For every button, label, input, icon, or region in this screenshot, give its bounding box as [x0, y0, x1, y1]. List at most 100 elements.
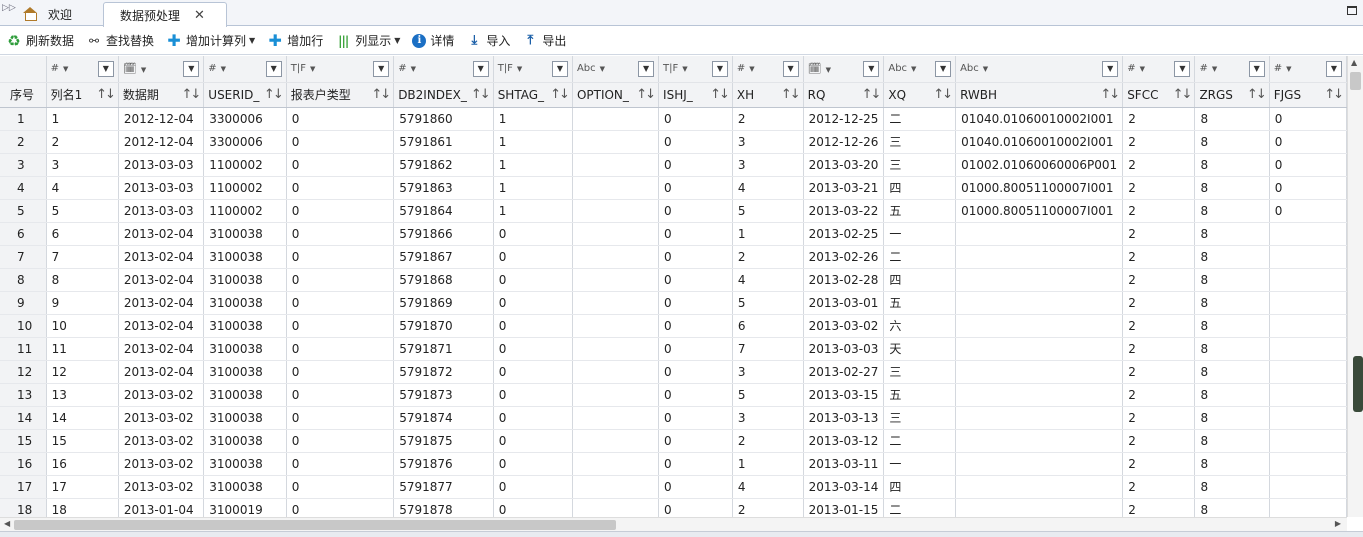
- table-cell[interactable]: [572, 107, 660, 131]
- column-header[interactable]: SHTAG_ ↑↓: [493, 82, 573, 108]
- chevron-down-icon[interactable]: ▼: [826, 66, 831, 74]
- table-cell[interactable]: 0: [493, 406, 573, 430]
- table-cell[interactable]: 2013-03-02: [118, 452, 205, 476]
- table-cell[interactable]: 0: [493, 268, 573, 292]
- table-cell[interactable]: 2013-02-04: [118, 222, 205, 246]
- table-cell[interactable]: 17: [46, 475, 119, 499]
- table-cell[interactable]: 01002.01060060006P001: [955, 153, 1124, 177]
- table-cell[interactable]: 2: [732, 429, 804, 453]
- column-filter-dropdown[interactable]: ▼: [711, 60, 728, 77]
- table-cell[interactable]: 2013-03-03: [118, 176, 205, 200]
- table-cell[interactable]: 0: [658, 130, 733, 154]
- table-cell[interactable]: 8: [1194, 406, 1270, 430]
- table-cell[interactable]: 2013-03-11: [803, 452, 885, 476]
- table-cell[interactable]: 5791878: [393, 498, 494, 517]
- table-cell[interactable]: [572, 291, 660, 315]
- column-filter-dropdown[interactable]: ▼: [472, 60, 489, 77]
- table-cell[interactable]: 5: [732, 291, 804, 315]
- table-cell[interactable]: 4: [732, 176, 804, 200]
- table-cell[interactable]: 3100019: [203, 498, 287, 517]
- table-cell[interactable]: 0: [1269, 130, 1347, 154]
- table-cell[interactable]: 四: [883, 268, 957, 292]
- chevron-down-icon[interactable]: ▼: [911, 65, 916, 73]
- table-cell[interactable]: 5791872: [393, 360, 494, 384]
- table-cell[interactable]: 01040.01060010002I001: [955, 130, 1124, 154]
- table-row[interactable]: 1 1 2012-12-04 3300006 0 5791860 1 0 2 2012-12-25…: [0, 107, 1347, 131]
- table-row[interactable]: 4 4 2013-03-03 1100002 0 5791863 1 0 4 2013-03-21…: [0, 176, 1347, 200]
- table-cell[interactable]: 2012-12-25: [803, 107, 885, 131]
- table-cell[interactable]: 2: [1122, 429, 1196, 453]
- sort-icon[interactable]: ↑↓: [471, 87, 491, 102]
- column-filter-dropdown[interactable]: ▼: [863, 60, 880, 77]
- table-cell[interactable]: 18: [46, 498, 119, 517]
- table-cell[interactable]: 0: [658, 498, 733, 517]
- column-header[interactable]: USERID_ ↑↓: [203, 82, 287, 108]
- table-cell[interactable]: 0: [658, 268, 733, 292]
- table-cell[interactable]: 2: [1122, 153, 1196, 177]
- table-cell[interactable]: 0: [658, 337, 733, 361]
- chevron-down-icon[interactable]: ▼: [411, 65, 416, 73]
- column-filter-dropdown[interactable]: ▼: [782, 60, 799, 77]
- table-cell[interactable]: [955, 498, 1124, 517]
- table-cell[interactable]: 1: [493, 153, 573, 177]
- sort-icon[interactable]: ↑↓: [933, 87, 953, 102]
- table-cell[interactable]: 0: [658, 452, 733, 476]
- table-row[interactable]: 6 6 2013-02-04 3100038 0 5791866 0 0 1 2013-02-25…: [0, 222, 1347, 246]
- table-cell[interactable]: [572, 475, 660, 499]
- table-cell[interactable]: [572, 176, 660, 200]
- table-cell[interactable]: [955, 268, 1124, 292]
- sort-icon[interactable]: ↑↓: [1247, 87, 1267, 102]
- column-header[interactable]: ZRGS ↑↓: [1194, 82, 1270, 108]
- scroll-grip-handle[interactable]: [1353, 356, 1363, 412]
- table-cell[interactable]: 5791867: [393, 245, 494, 269]
- table-cell[interactable]: 2: [1122, 199, 1196, 223]
- table-cell[interactable]: 0: [286, 107, 395, 131]
- table-cell[interactable]: [572, 498, 660, 517]
- table-cell[interactable]: 二: [883, 107, 957, 131]
- table-row[interactable]: 14 14 2013-03-02 3100038 0 5791874 0 0 3 2013-03-…: [0, 406, 1347, 430]
- table-cell[interactable]: 2013-02-04: [118, 360, 205, 384]
- table-cell[interactable]: 10: [46, 314, 119, 338]
- table-cell[interactable]: 6: [732, 314, 804, 338]
- column-header[interactable]: SFCC ↑↓: [1122, 82, 1196, 108]
- table-cell[interactable]: 1: [493, 107, 573, 131]
- table-cell[interactable]: [572, 314, 660, 338]
- table-cell[interactable]: 8: [1194, 429, 1270, 453]
- table-cell[interactable]: 2013-03-12: [803, 429, 885, 453]
- table-cell[interactable]: 0: [658, 314, 733, 338]
- table-cell[interactable]: 0: [658, 222, 733, 246]
- table-cell[interactable]: 五: [883, 291, 957, 315]
- table-cell[interactable]: 3: [732, 130, 804, 154]
- table-cell[interactable]: 5791863: [393, 176, 494, 200]
- table-cell[interactable]: 4: [46, 176, 119, 200]
- table-cell[interactable]: 2: [1122, 452, 1196, 476]
- sort-icon[interactable]: ↑↓: [1324, 87, 1344, 102]
- table-cell[interactable]: 0: [286, 199, 395, 223]
- table-cell[interactable]: 0: [658, 199, 733, 223]
- column-filter-dropdown[interactable]: ▼: [1326, 60, 1342, 77]
- table-cell[interactable]: 5: [46, 199, 119, 223]
- chevron-down-icon[interactable]: ▼: [1140, 65, 1145, 73]
- table-row[interactable]: 11 11 2013-02-04 3100038 0 5791871 0 0 7 2013-03-…: [0, 337, 1347, 361]
- table-cell[interactable]: 0: [1269, 153, 1347, 177]
- table-cell[interactable]: 8: [1194, 291, 1270, 315]
- column-filter-dropdown[interactable]: ▼: [638, 60, 655, 77]
- table-cell[interactable]: 0: [493, 452, 573, 476]
- horizontal-scroll-thumb[interactable]: [14, 520, 616, 530]
- table-cell[interactable]: 2: [732, 107, 804, 131]
- table-cell[interactable]: [955, 383, 1124, 407]
- table-cell[interactable]: 0: [286, 360, 395, 384]
- table-cell[interactable]: 五: [883, 199, 957, 223]
- table-cell[interactable]: 0: [658, 245, 733, 269]
- table-cell[interactable]: 3300006: [203, 130, 287, 154]
- horizontal-scrollbar[interactable]: ◀ ▶: [0, 517, 1347, 531]
- table-cell[interactable]: 0: [286, 291, 395, 315]
- chevron-down-icon[interactable]: ▼: [1212, 65, 1217, 73]
- column-filter-dropdown[interactable]: ▼: [97, 60, 114, 77]
- table-cell[interactable]: 0: [1269, 199, 1347, 223]
- table-cell[interactable]: 2013-02-04: [118, 268, 205, 292]
- table-cell[interactable]: [1269, 268, 1347, 292]
- sort-icon[interactable]: ↑↓: [181, 87, 201, 102]
- table-cell[interactable]: [572, 268, 660, 292]
- table-cell[interactable]: [955, 314, 1124, 338]
